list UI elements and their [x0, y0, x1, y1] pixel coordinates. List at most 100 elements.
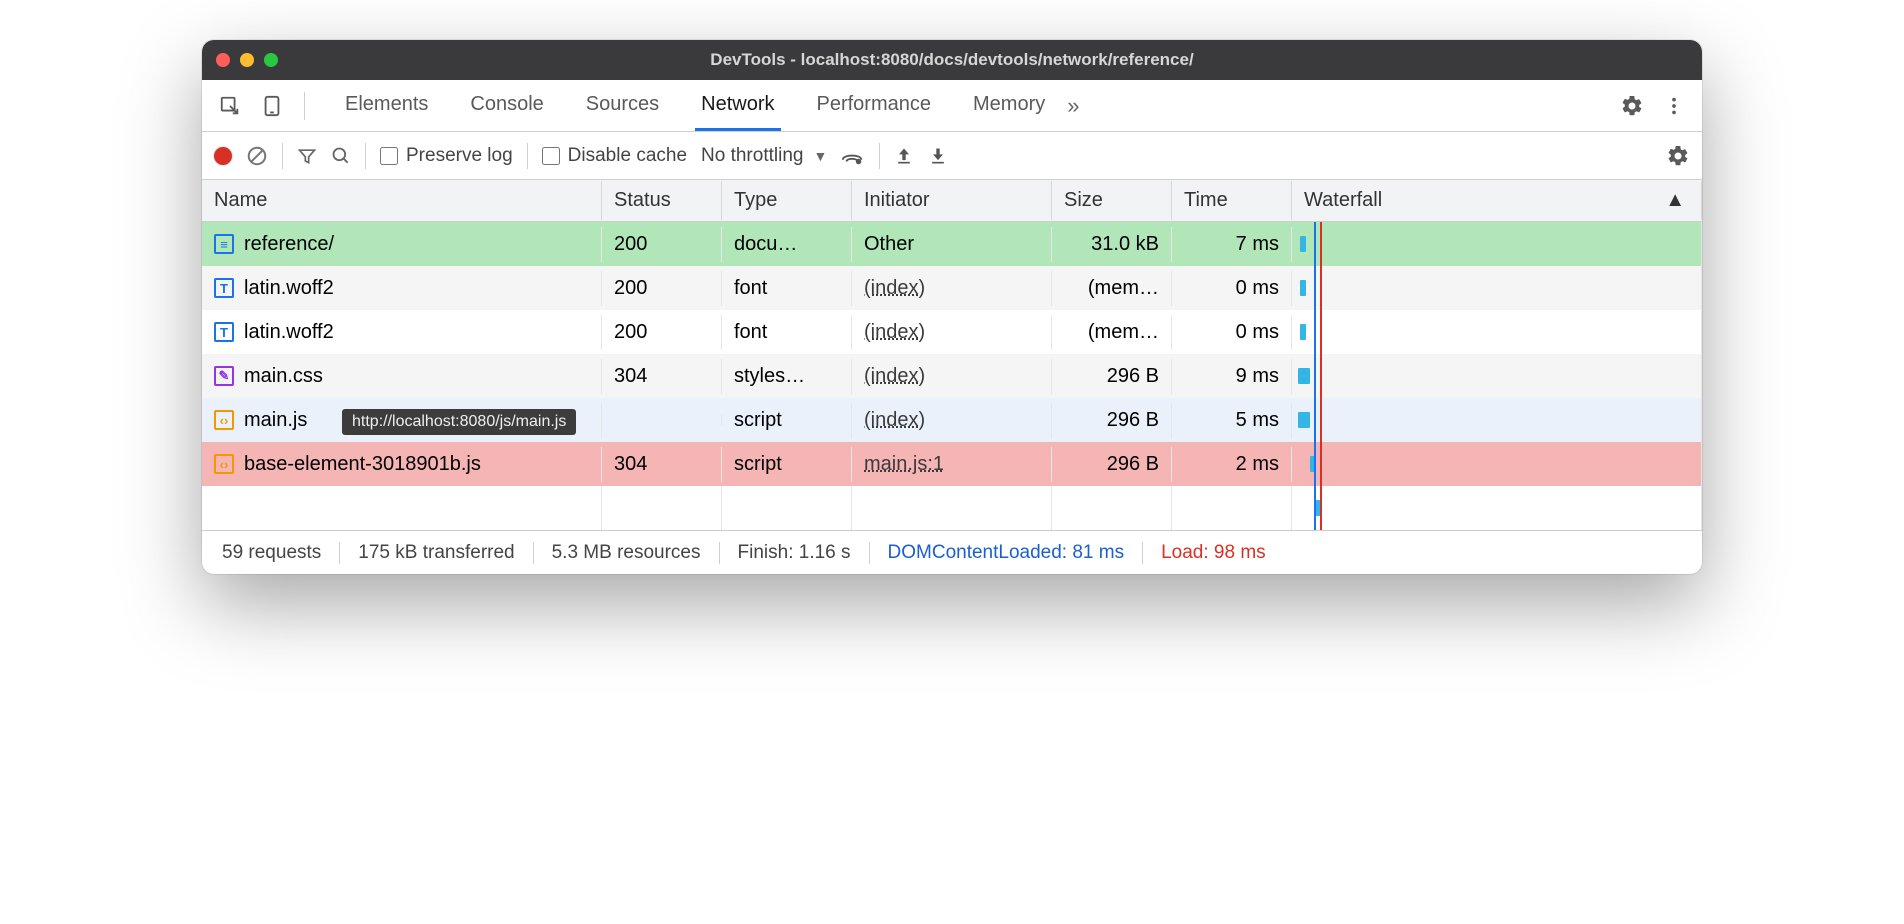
size-cell: 296 B [1052, 447, 1172, 482]
table-row-empty [202, 486, 1702, 530]
size-cell: 296 B [1052, 359, 1172, 394]
waterfall-bar [1300, 280, 1306, 296]
load-marker [1320, 310, 1322, 354]
download-har-icon[interactable] [928, 146, 948, 166]
close-window-button[interactable] [216, 53, 230, 67]
col-size[interactable]: Size [1052, 181, 1172, 220]
load-marker [1320, 398, 1322, 442]
table-row[interactable]: ‹›base-element-3018901b.js304scriptmain.… [202, 442, 1702, 486]
table-row[interactable]: Tlatin.woff2 200font (index) (mem…0 ms [202, 310, 1702, 354]
initiator-link[interactable]: (index) [864, 277, 925, 299]
search-icon[interactable] [331, 146, 351, 166]
col-type[interactable]: Type [722, 181, 852, 220]
doc-file-icon: ≡ [214, 234, 234, 254]
col-waterfall[interactable]: Waterfall ▲ [1292, 181, 1702, 220]
disable-cache-input[interactable] [542, 147, 560, 165]
network-conditions-icon[interactable] [841, 146, 865, 166]
maximize-window-button[interactable] [264, 53, 278, 67]
tab-memory[interactable]: Memory [967, 81, 1051, 130]
waterfall-cell [1292, 398, 1702, 442]
type-cell: script [722, 447, 852, 482]
waterfall-cell [1292, 266, 1702, 310]
col-name[interactable]: Name [202, 181, 602, 220]
initiator-link[interactable]: (index) [864, 365, 925, 387]
table-row[interactable]: ✎main.css304styles…(index)296 B9 ms [202, 354, 1702, 398]
time-cell: 7 ms [1172, 227, 1292, 262]
tab-performance[interactable]: Performance [811, 81, 938, 130]
time-cell: 9 ms [1172, 359, 1292, 394]
settings-icon[interactable] [1614, 88, 1650, 124]
request-name: latin.woff2 [244, 321, 334, 344]
css-file-icon: ✎ [214, 366, 234, 386]
status-cell: 304 [602, 359, 722, 394]
request-name: reference/ [244, 233, 334, 256]
record-button[interactable] [214, 147, 232, 165]
preserve-log-input[interactable] [380, 147, 398, 165]
table-row[interactable]: ‹›main.jshttp://localhost:8080/js/main.j… [202, 398, 1702, 442]
url-tooltip: http://localhost:8080/js/main.js [342, 409, 576, 435]
preserve-log-checkbox[interactable]: Preserve log [380, 145, 513, 167]
waterfall-bar [1298, 412, 1310, 428]
window-controls [216, 53, 278, 67]
type-cell: font [722, 271, 852, 306]
panel-settings-icon[interactable] [1666, 144, 1690, 168]
minimize-window-button[interactable] [240, 53, 254, 67]
tab-elements[interactable]: Elements [339, 81, 434, 130]
waterfall-bar [1300, 324, 1306, 340]
time-cell: 0 ms [1172, 315, 1292, 350]
load-marker [1320, 442, 1322, 486]
device-toggle-icon[interactable] [254, 88, 290, 124]
col-time[interactable]: Time [1172, 181, 1292, 220]
dcl-marker [1314, 222, 1316, 266]
tab-sources[interactable]: Sources [580, 81, 665, 130]
waterfall-cell [1292, 310, 1702, 354]
load-marker [1320, 354, 1322, 398]
request-name: latin.woff2 [244, 277, 334, 300]
status-bar: 59 requests 175 kB transferred 5.3 MB re… [202, 530, 1702, 574]
table-row[interactable]: ≡reference/200docu…Other31.0 kB7 ms [202, 222, 1702, 266]
col-initiator[interactable]: Initiator [852, 181, 1052, 220]
waterfall-cell [1292, 442, 1702, 486]
status-cell: 200 [602, 227, 722, 262]
initiator-link[interactable]: (index) [864, 409, 925, 431]
type-cell: font [722, 315, 852, 350]
status-cell: 200 [602, 315, 722, 350]
initiator-link[interactable]: main.js:1 [864, 453, 944, 475]
status-dcl: DOMContentLoaded: 81 ms [870, 542, 1144, 564]
more-menu-icon[interactable] [1656, 88, 1692, 124]
col-status[interactable]: Status [602, 181, 722, 220]
disable-cache-checkbox[interactable]: Disable cache [542, 145, 687, 167]
js-file-icon: ‹› [214, 410, 234, 430]
type-cell: script [722, 403, 852, 438]
filter-icon[interactable] [297, 146, 317, 166]
status-load: Load: 98 ms [1143, 542, 1284, 564]
initiator-link[interactable]: (index) [864, 321, 925, 343]
upload-har-icon[interactable] [894, 146, 914, 166]
network-toolbar: Preserve log Disable cache No throttling… [202, 132, 1702, 180]
tab-console[interactable]: Console [464, 81, 549, 130]
waterfall-bar [1300, 236, 1306, 252]
inspect-element-icon[interactable] [212, 88, 248, 124]
size-cell: (mem… [1052, 271, 1172, 306]
waterfall-cell [1292, 222, 1702, 266]
tabs-overflow-icon[interactable]: » [1057, 93, 1089, 119]
size-cell: 296 B [1052, 403, 1172, 438]
tab-network[interactable]: Network [695, 81, 780, 131]
time-cell: 5 ms [1172, 403, 1292, 438]
font-file-icon: T [214, 322, 234, 342]
throttling-value: No throttling [701, 145, 803, 167]
status-cell [602, 414, 722, 426]
clear-icon[interactable] [246, 145, 268, 167]
dcl-marker [1314, 354, 1316, 398]
dcl-marker [1314, 442, 1316, 486]
font-file-icon: T [214, 278, 234, 298]
size-cell: (mem… [1052, 315, 1172, 350]
tabbar-divider [304, 92, 305, 120]
dcl-marker [1314, 398, 1316, 442]
time-cell: 0 ms [1172, 271, 1292, 306]
waterfall-bar [1298, 368, 1310, 384]
table-row[interactable]: Tlatin.woff2200font(index)(mem…0 ms [202, 266, 1702, 310]
sort-arrow-icon: ▲ [1665, 189, 1685, 212]
throttling-select[interactable]: No throttling ▼ [701, 145, 827, 167]
main-tabs: Elements Console Sources Network Performance… [339, 81, 1051, 130]
